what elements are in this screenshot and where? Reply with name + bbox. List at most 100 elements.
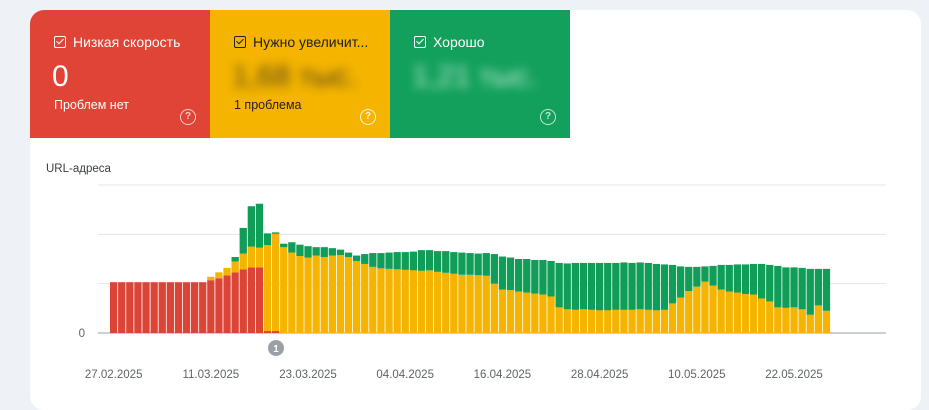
- bar-good-segment[interactable]: [458, 252, 466, 275]
- bar-good-segment[interactable]: [255, 203, 264, 248]
- bar-good-segment[interactable]: [417, 250, 426, 271]
- bar-needs-improvement-segment[interactable]: [806, 314, 814, 333]
- bar-good-segment[interactable]: [506, 257, 515, 291]
- bar-good-segment[interactable]: [749, 263, 758, 295]
- bar-good-segment[interactable]: [604, 262, 612, 311]
- bar-needs-improvement-segment[interactable]: [612, 309, 620, 333]
- bar-good-segment[interactable]: [741, 264, 750, 295]
- bar-good-segment[interactable]: [677, 266, 685, 298]
- bar-needs-improvement-segment[interactable]: [320, 257, 328, 333]
- bar-needs-improvement-segment[interactable]: [272, 233, 280, 332]
- bar-good-segment[interactable]: [596, 262, 604, 311]
- bar-needs-improvement-segment[interactable]: [353, 260, 361, 333]
- bar-needs-improvement-segment[interactable]: [660, 309, 669, 333]
- bar-needs-improvement-segment[interactable]: [296, 256, 304, 333]
- bar-needs-improvement-segment[interactable]: [239, 253, 247, 270]
- bar-needs-improvement-segment[interactable]: [652, 310, 660, 333]
- bar-needs-improvement-segment[interactable]: [304, 257, 312, 333]
- bar-needs-improvement-segment[interactable]: [417, 270, 426, 333]
- bar-good-segment[interactable]: [515, 259, 523, 292]
- bar-good-segment[interactable]: [263, 233, 272, 246]
- bar-needs-improvement-segment[interactable]: [498, 289, 507, 333]
- bar-good-segment[interactable]: [393, 252, 401, 270]
- bar-needs-improvement-segment[interactable]: [668, 303, 677, 333]
- bar-needs-improvement-segment[interactable]: [263, 245, 272, 332]
- bar-needs-improvement-segment[interactable]: [482, 275, 490, 333]
- bar-good-segment[interactable]: [320, 247, 328, 258]
- bar-good-segment[interactable]: [442, 251, 450, 273]
- bar-needs-improvement-segment[interactable]: [223, 267, 231, 276]
- bar-needs-improvement-segment[interactable]: [409, 270, 417, 333]
- bar-needs-improvement-segment[interactable]: [709, 285, 717, 333]
- bar-needs-improvement-segment[interactable]: [547, 296, 555, 333]
- bar-good-segment[interactable]: [628, 262, 636, 310]
- bar-good-segment[interactable]: [766, 264, 774, 302]
- bar-good-segment[interactable]: [377, 253, 385, 269]
- bar-needs-improvement-segment[interactable]: [693, 286, 701, 333]
- bar-good-segment[interactable]: [474, 253, 482, 276]
- bar-needs-improvement-segment[interactable]: [701, 281, 709, 333]
- bar-good-segment[interactable]: [531, 259, 539, 294]
- bar-poor-segment[interactable]: [272, 331, 280, 333]
- bar-needs-improvement-segment[interactable]: [596, 310, 604, 333]
- bar-needs-improvement-segment[interactable]: [587, 309, 596, 333]
- bar-poor-segment[interactable]: [150, 282, 158, 333]
- bar-good-segment[interactable]: [450, 252, 458, 274]
- bar-good-segment[interactable]: [231, 257, 239, 262]
- bar-good-segment[interactable]: [328, 248, 336, 256]
- bar-poor-segment[interactable]: [110, 282, 118, 333]
- bar-good-segment[interactable]: [385, 252, 393, 269]
- bar-poor-segment[interactable]: [199, 282, 207, 333]
- bar-needs-improvement-segment[interactable]: [336, 255, 345, 333]
- bar-needs-improvement-segment[interactable]: [725, 291, 733, 333]
- bar-good-segment[interactable]: [660, 264, 669, 310]
- bar-needs-improvement-segment[interactable]: [782, 307, 790, 333]
- bar-good-segment[interactable]: [336, 249, 345, 256]
- bar-good-segment[interactable]: [401, 252, 409, 270]
- bar-good-segment[interactable]: [296, 244, 304, 257]
- bar-needs-improvement-segment[interactable]: [361, 263, 369, 333]
- bar-poor-segment[interactable]: [263, 331, 272, 333]
- bar-good-segment[interactable]: [247, 206, 255, 247]
- bar-needs-improvement-segment[interactable]: [369, 266, 377, 333]
- bar-good-segment[interactable]: [774, 265, 782, 308]
- bar-good-segment[interactable]: [798, 267, 806, 310]
- bar-needs-improvement-segment[interactable]: [393, 269, 401, 333]
- bar-good-segment[interactable]: [644, 262, 652, 310]
- bar-needs-improvement-segment[interactable]: [385, 268, 393, 333]
- bar-poor-segment[interactable]: [255, 267, 264, 333]
- bar-needs-improvement-segment[interactable]: [344, 257, 353, 333]
- bar-good-segment[interactable]: [272, 232, 280, 234]
- bar-good-segment[interactable]: [612, 262, 620, 310]
- bar-good-segment[interactable]: [579, 262, 588, 310]
- bar-poor-segment[interactable]: [207, 280, 215, 333]
- bar-good-segment[interactable]: [806, 268, 814, 315]
- bar-good-segment[interactable]: [725, 264, 733, 292]
- bar-good-segment[interactable]: [563, 263, 571, 310]
- bar-good-segment[interactable]: [523, 259, 531, 293]
- bar-needs-improvement-segment[interactable]: [717, 289, 725, 333]
- bar-needs-improvement-segment[interactable]: [604, 310, 612, 333]
- bar-good-segment[interactable]: [280, 243, 288, 248]
- bar-needs-improvement-segment[interactable]: [636, 309, 644, 333]
- bar-needs-improvement-segment[interactable]: [571, 309, 579, 333]
- bar-good-segment[interactable]: [685, 266, 693, 292]
- bar-needs-improvement-segment[interactable]: [741, 294, 750, 333]
- bar-poor-segment[interactable]: [126, 282, 134, 333]
- bar-needs-improvement-segment[interactable]: [620, 309, 628, 333]
- bar-needs-improvement-segment[interactable]: [466, 274, 474, 333]
- bar-needs-improvement-segment[interactable]: [798, 309, 806, 333]
- bar-needs-improvement-segment[interactable]: [490, 283, 498, 333]
- bar-needs-improvement-segment[interactable]: [822, 310, 831, 333]
- bar-good-segment[interactable]: [587, 262, 596, 310]
- bar-poor-segment[interactable]: [247, 267, 255, 333]
- bar-poor-segment[interactable]: [174, 282, 183, 333]
- bar-good-segment[interactable]: [571, 262, 579, 310]
- bar-needs-improvement-segment[interactable]: [563, 309, 571, 333]
- bar-needs-improvement-segment[interactable]: [685, 291, 693, 333]
- bar-poor-segment[interactable]: [223, 275, 231, 333]
- bar-good-segment[interactable]: [693, 266, 701, 287]
- bar-needs-improvement-segment[interactable]: [814, 305, 822, 333]
- bar-good-segment[interactable]: [539, 259, 547, 295]
- bar-needs-improvement-segment[interactable]: [506, 290, 515, 333]
